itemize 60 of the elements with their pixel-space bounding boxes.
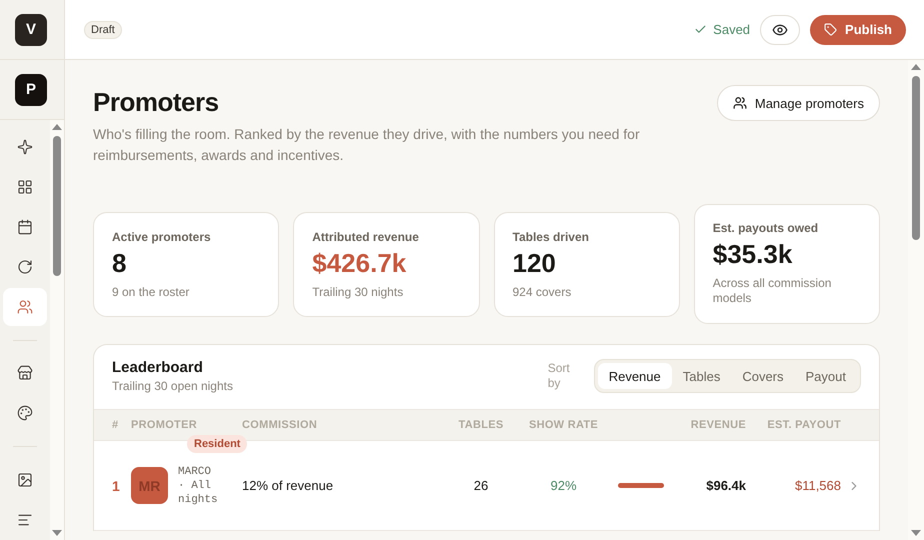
stat-label: Est. payouts owed	[712, 221, 820, 235]
stat-note: Across all commission models	[712, 276, 832, 306]
manage-promoters-button[interactable]: Manage promoters	[716, 85, 880, 121]
grid-icon	[17, 178, 33, 195]
column-header: #	[112, 419, 120, 431]
stat-value: 120	[512, 248, 557, 278]
scroll-down-arrow[interactable]	[911, 530, 921, 536]
stat-note: 9 on the roster	[112, 284, 190, 300]
page-description: Who's filling the room. Ranked by the revenue they drive, with the numbers you need for reimbursements, awards and incentives.	[93, 125, 641, 165]
promoter-name: MARCO · All nights	[178, 464, 219, 506]
revenue-cell-text: $96.4k	[705, 478, 746, 493]
scroll-up-arrow[interactable]	[911, 64, 921, 70]
column-header: REVENUE	[690, 419, 746, 431]
sort-tab[interactable]: Covers	[731, 363, 795, 389]
page-title: Promoters	[93, 87, 220, 118]
stat-note: 924 covers	[512, 284, 572, 300]
column-header: EST. PAYOUT	[766, 419, 841, 431]
users-icon	[17, 298, 33, 315]
rank-number: 1	[112, 478, 121, 494]
sort-tab[interactable]: Payout	[794, 363, 857, 389]
stat-label: Tables driven	[512, 230, 590, 244]
palette-icon	[17, 405, 33, 422]
tag-icon	[824, 23, 838, 36]
column-header: SHOW RATE	[528, 419, 600, 431]
commission-cell-text: 12% of revenue	[242, 478, 334, 493]
users-icon	[732, 96, 747, 110]
saved-status: Saved	[713, 22, 750, 37]
image-icon	[17, 472, 33, 488]
stat-value: $426.7k	[312, 248, 408, 278]
scroll-down-arrow[interactable]	[52, 530, 62, 536]
column-header: COMMISSION	[242, 419, 318, 431]
stat-value: 8	[112, 248, 128, 278]
stat-label: Attributed revenue	[312, 230, 420, 244]
workspace-logo[interactable]: V	[15, 14, 47, 46]
stat-label: Active promoters	[112, 230, 212, 244]
stat-value: $35.3k	[712, 239, 794, 270]
leaderboard-title: Leaderboard	[112, 359, 204, 376]
sort-label: Sort by	[548, 361, 571, 391]
scrollbar-thumb[interactable]	[912, 76, 920, 240]
sparkle-icon	[17, 138, 33, 155]
sort-tab[interactable]: Tables	[672, 363, 732, 389]
show-rate-cell-text: 92%	[549, 478, 578, 493]
payout-cell-text: $11,568	[794, 478, 841, 493]
role-tag: Resident	[187, 434, 248, 452]
store-icon	[17, 365, 33, 382]
column-header: TABLES	[458, 419, 504, 431]
preview-button[interactable]	[760, 14, 800, 44]
sort-tab[interactable]: Revenue	[598, 363, 672, 389]
scroll-up-arrow[interactable]	[52, 124, 62, 130]
leaderboard-subtitle: Trailing 30 open nights	[112, 379, 233, 393]
scrollbar-thumb[interactable]	[53, 136, 61, 276]
project-logo[interactable]: P	[15, 74, 47, 106]
rotate-icon	[17, 258, 33, 275]
stat-note: Trailing 30 nights	[312, 284, 404, 300]
status-badge: Draft	[84, 20, 122, 38]
tables-cell-text: 26	[472, 478, 490, 493]
publish-button[interactable]: Publish	[810, 14, 906, 44]
column-header: PROMOTER	[131, 419, 198, 431]
calendar-icon	[17, 218, 33, 235]
eye-icon	[772, 22, 788, 38]
